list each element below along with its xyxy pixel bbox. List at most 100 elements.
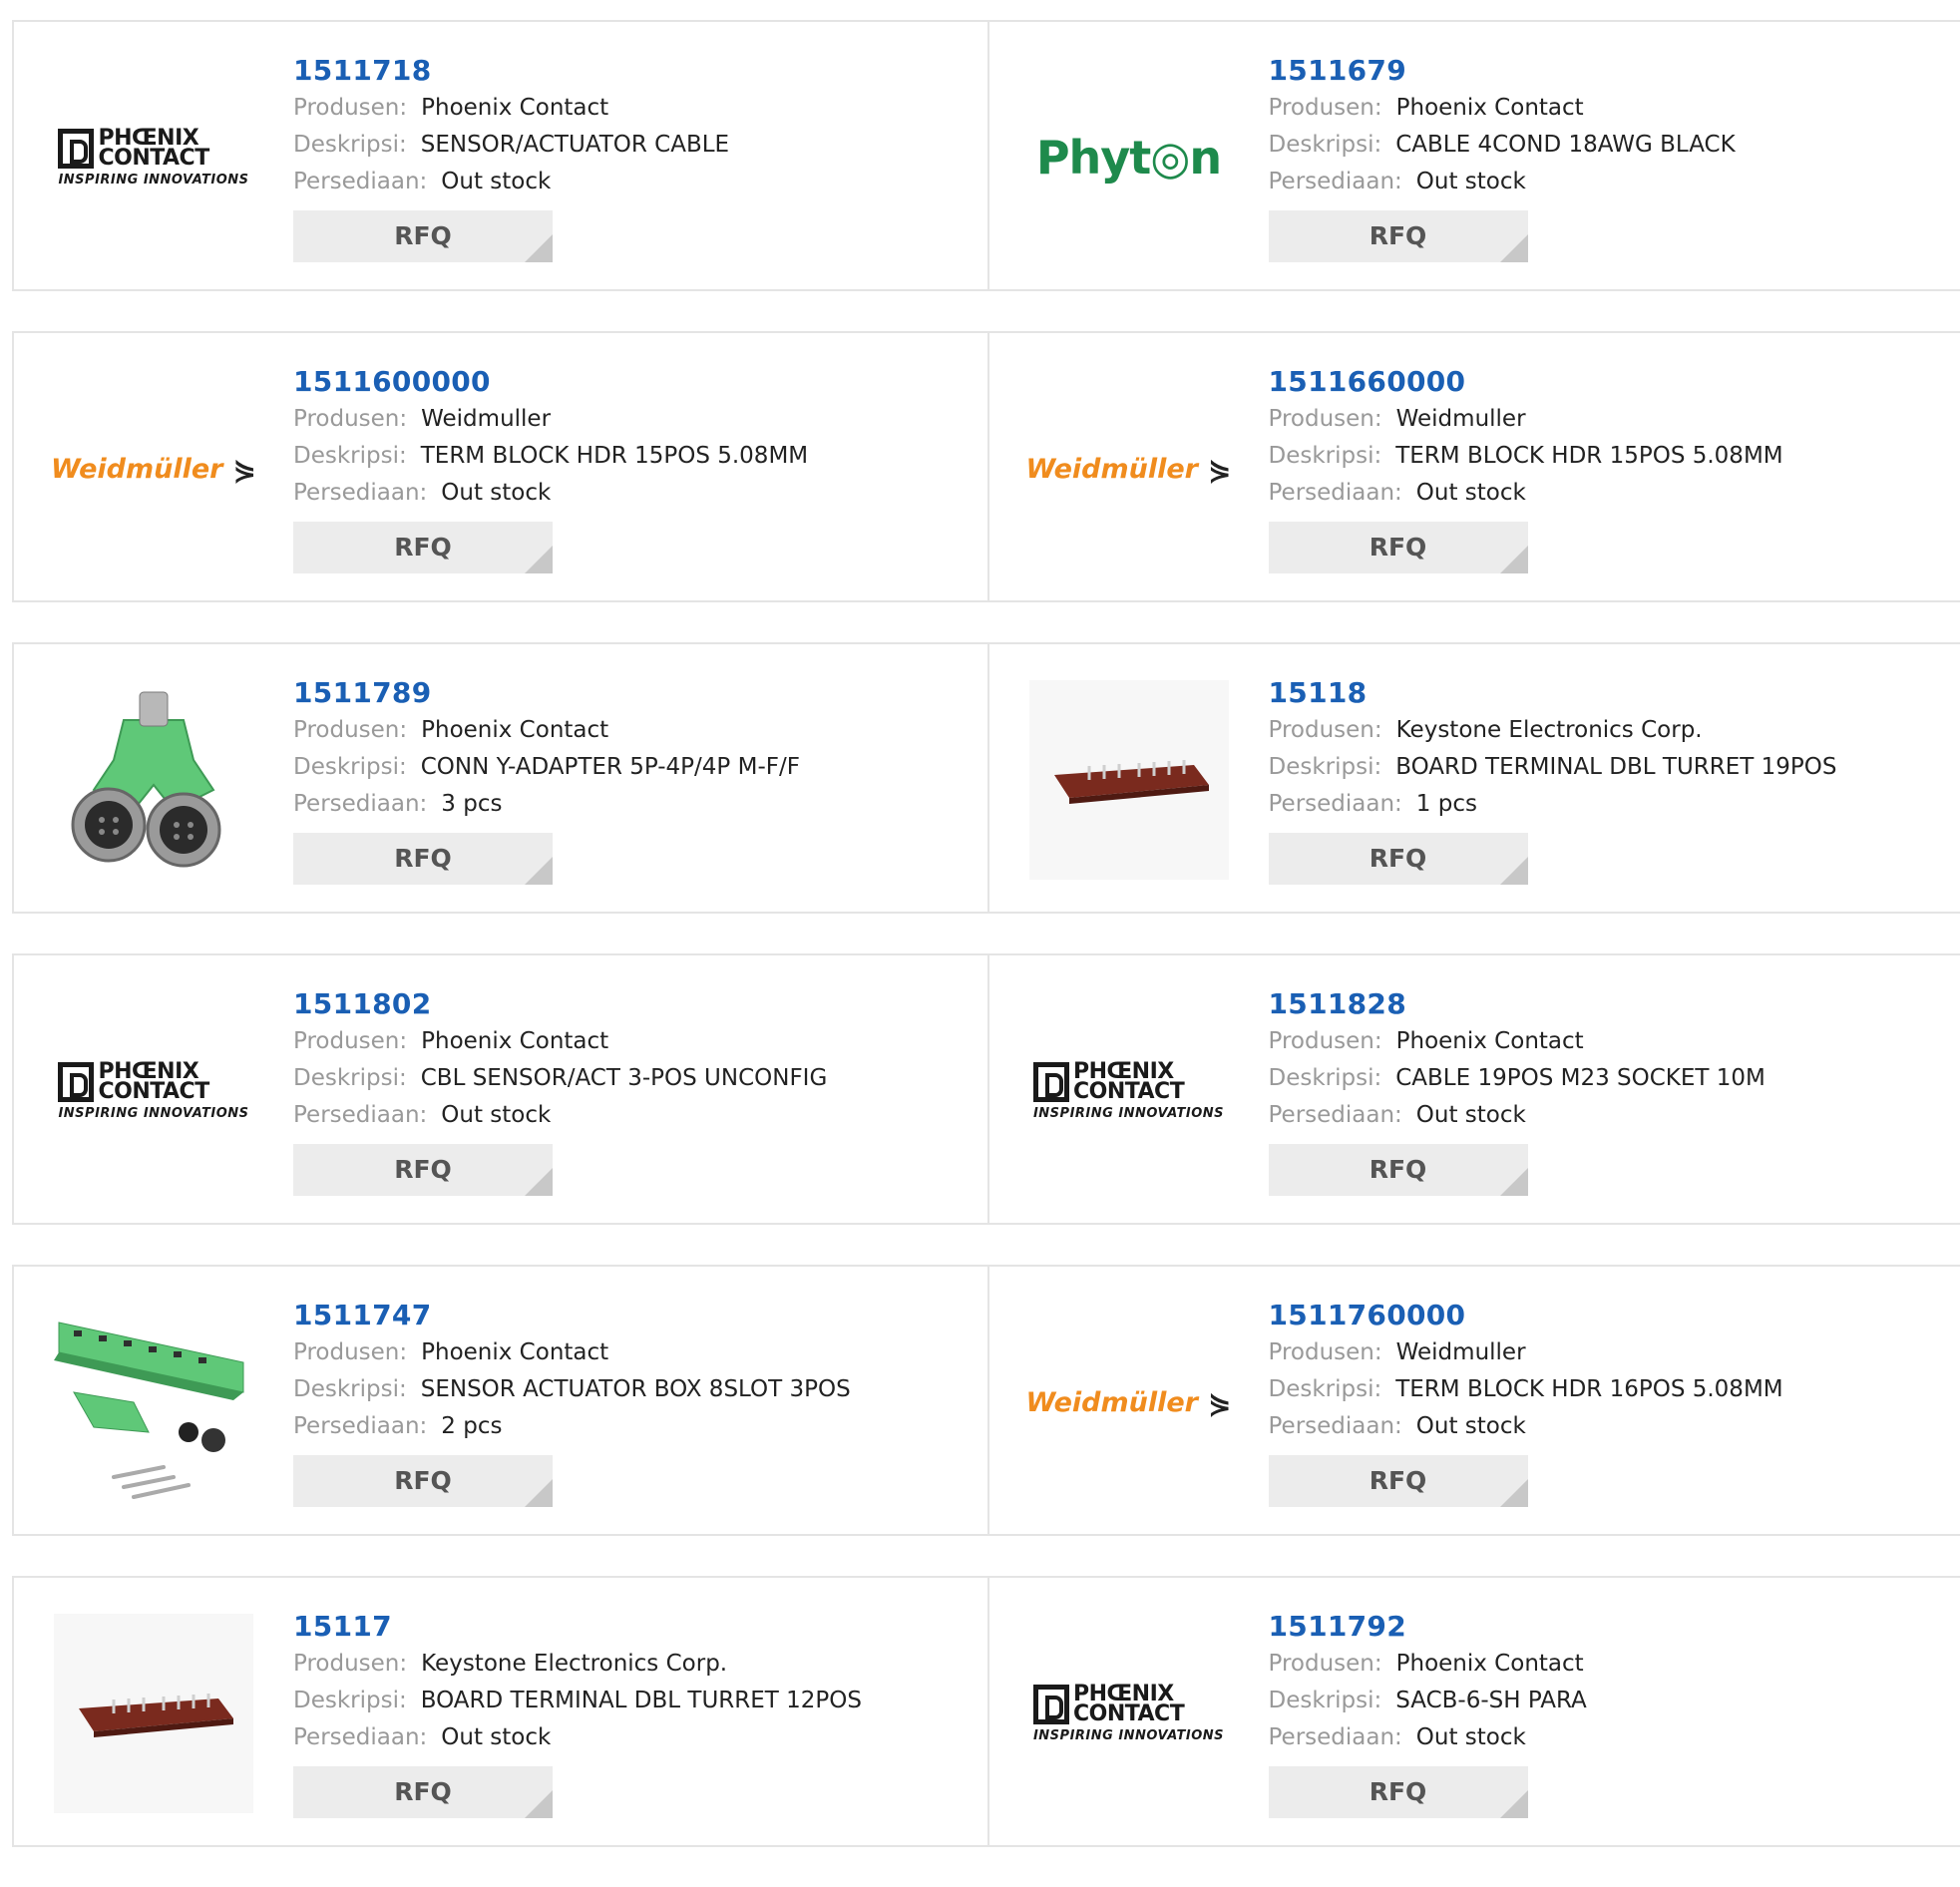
manufacturer-label: Produsen: (293, 1028, 407, 1054)
corner-fold-icon (525, 234, 553, 262)
rfq-button[interactable]: RFQ (1269, 1766, 1528, 1818)
manufacturer-value: Phoenix Contact (1396, 1028, 1584, 1054)
logo-tagline: INSPIRING INNOVATIONS (1033, 1728, 1224, 1743)
rfq-button[interactable]: RFQ (1269, 522, 1528, 573)
corner-fold-icon (525, 1479, 553, 1507)
corner-fold-icon (525, 1168, 553, 1196)
rfq-button-label: RFQ (394, 221, 452, 250)
manufacturer-label: Produsen: (293, 406, 407, 432)
manufacturer-label: Produsen: (1269, 717, 1382, 743)
corner-fold-icon (1500, 234, 1528, 262)
stock-line: Persediaan:Out stock (1269, 475, 1783, 512)
stock-label: Persediaan: (293, 1413, 427, 1439)
rfq-button[interactable]: RFQ (1269, 833, 1528, 885)
stock-line: Persediaan:2 pcs (293, 1408, 851, 1445)
part-number-link[interactable]: 15118 (1269, 674, 1837, 712)
rfq-button[interactable]: RFQ (293, 210, 553, 262)
rfq-button[interactable]: RFQ (1269, 210, 1528, 262)
manufacturer-value: Phoenix Contact (421, 717, 608, 743)
rfq-button-label: RFQ (1370, 221, 1427, 250)
part-number-link[interactable]: 1511718 (293, 52, 729, 90)
stock-value: 1 pcs (1416, 791, 1477, 817)
manufacturer-value: Keystone Electronics Corp. (421, 1651, 727, 1677)
rfq-button[interactable]: RFQ (1269, 1455, 1528, 1507)
rfq-button[interactable]: RFQ (1269, 1144, 1528, 1196)
stock-label: Persediaan: (1269, 1102, 1402, 1128)
rfq-button[interactable]: RFQ (293, 522, 553, 573)
corner-fold-icon (1500, 857, 1528, 885)
product-card: Phyt◎n 1511679 Produsen:Phoenix Contact … (987, 22, 1960, 289)
stock-label: Persediaan: (1269, 791, 1402, 817)
rfq-button[interactable]: RFQ (293, 1455, 553, 1507)
stock-label: Persediaan: (293, 480, 427, 506)
manufacturer-line: Produsen:Phoenix Contact (293, 1023, 827, 1060)
product-card: 1511747 Produsen:Phoenix Contact Deskrip… (14, 1267, 987, 1534)
part-number-link[interactable]: 1511747 (293, 1297, 851, 1334)
manufacturer-logo: PHŒNIX CONTACT INSPIRING INNOVATIONS (54, 991, 253, 1191)
product-card: 15117 Produsen:Keystone Electronics Corp… (14, 1578, 987, 1845)
manufacturer-value: Weidmuller (421, 406, 551, 432)
product-info: 1511747 Produsen:Phoenix Contact Deskrip… (293, 1297, 851, 1507)
description-line: Deskripsi:SENSOR ACTUATOR BOX 8SLOT 3POS (293, 1371, 851, 1408)
rfq-button-label: RFQ (394, 844, 452, 873)
description-label: Deskripsi: (293, 1376, 407, 1402)
manufacturer-label: Produsen: (293, 717, 407, 743)
part-number-link[interactable]: 1511802 (293, 985, 827, 1023)
product-info: 15117 Produsen:Keystone Electronics Corp… (293, 1608, 862, 1818)
rfq-button[interactable]: RFQ (293, 1766, 553, 1818)
description-label: Deskripsi: (293, 754, 407, 780)
corner-fold-icon (525, 546, 553, 573)
turret-board-photo (54, 1614, 253, 1813)
stock-label: Persediaan: (293, 1102, 427, 1128)
phoenix-mark-icon (58, 129, 94, 169)
stock-line: Persediaan:Out stock (1269, 164, 1736, 200)
stock-line: Persediaan:Out stock (293, 164, 729, 200)
weidmuller-logo: Weidmüller ⋟ (51, 453, 256, 486)
part-number-link[interactable]: 15117 (293, 1608, 862, 1646)
description-line: Deskripsi:BOARD TERMINAL DBL TURRET 12PO… (293, 1683, 862, 1719)
rfq-button[interactable]: RFQ (293, 833, 553, 885)
product-card: Weidmüller ⋟ 1511600000 Produsen: Weidmul… (14, 333, 987, 600)
stock-label: Persediaan: (1269, 1724, 1402, 1750)
stock-line: Persediaan: Out stock (293, 1719, 862, 1756)
manufacturer-logo: PHŒNIX CONTACT INSPIRING INNOVATIONS (1029, 1614, 1229, 1813)
stock-value: Out stock (441, 1724, 551, 1750)
part-number-link[interactable]: 1511660000 (1269, 363, 1783, 401)
rfq-button-label: RFQ (1370, 844, 1427, 873)
part-number-link[interactable]: 1511789 (293, 674, 800, 712)
part-number-link[interactable]: 1511792 (1269, 1608, 1587, 1646)
corner-fold-icon (1500, 1790, 1528, 1818)
part-number-link[interactable]: 1511600000 (293, 363, 808, 401)
description-value: TERM BLOCK HDR 15POS 5.08MM (421, 443, 808, 469)
stock-label: Persediaan: (293, 1724, 427, 1750)
y-adapter-photo (54, 680, 253, 880)
product-card: PHŒNIX CONTACT INSPIRING INNOVATIONS 151… (987, 955, 1960, 1223)
manufacturer-line: Produsen:Weidmuller (1269, 1334, 1783, 1371)
logo-word: CONTACT (98, 149, 208, 169)
part-number-link[interactable]: 1511760000 (1269, 1297, 1783, 1334)
corner-fold-icon (1500, 1479, 1528, 1507)
product-info: 1511792 Produsen:Phoenix Contact Deskrip… (1269, 1608, 1587, 1818)
stock-line: Persediaan:Out stock (1269, 1097, 1765, 1134)
manufacturer-value: Phoenix Contact (421, 1339, 608, 1365)
product-info: 1511828 Produsen:Phoenix Contact Deskrip… (1269, 985, 1765, 1196)
stock-line: Persediaan: Out stock (293, 475, 808, 512)
manufacturer-label: Produsen: (293, 95, 407, 121)
rfq-button-label: RFQ (1370, 533, 1427, 562)
rfq-button[interactable]: RFQ (293, 1144, 553, 1196)
stock-value: Out stock (1416, 169, 1526, 194)
part-number-link[interactable]: 1511828 (1269, 985, 1765, 1023)
description-label: Deskripsi: (1269, 1376, 1382, 1402)
description-label: Deskripsi: (1269, 754, 1382, 780)
description-value: CONN Y-ADAPTER 5P-4P/4P M-F/F (421, 754, 800, 780)
logo-tagline: INSPIRING INNOVATIONS (58, 1106, 248, 1121)
part-number-link[interactable]: 1511679 (1269, 52, 1736, 90)
stock-value: Out stock (441, 480, 551, 506)
rfq-button-label: RFQ (394, 1155, 452, 1184)
manufacturer-line: Produsen:Phoenix Contact (293, 90, 729, 127)
manufacturer-logo (54, 680, 253, 880)
manufacturer-line: Produsen:Weidmuller (1269, 401, 1783, 438)
description-value: TERM BLOCK HDR 15POS 5.08MM (1395, 443, 1782, 469)
phoenix-mark-icon (1033, 1685, 1069, 1724)
product-info: 1511660000 Produsen:Weidmuller Deskripsi… (1269, 363, 1783, 573)
